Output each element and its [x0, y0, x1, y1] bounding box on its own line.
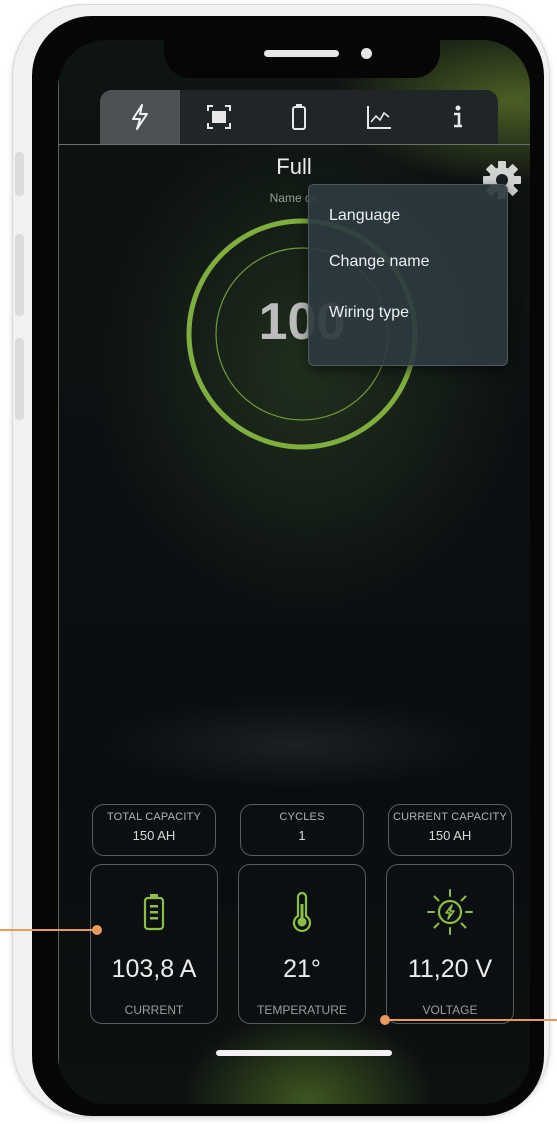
notch — [164, 40, 440, 78]
pill-value: 150 AH — [428, 828, 472, 843]
battery-icon — [291, 104, 306, 130]
tab-info[interactable] — [418, 90, 498, 144]
temperature-card: 21° TEMPERATURE — [238, 864, 366, 1024]
temperature-value: 21° — [283, 955, 321, 983]
lightning-icon — [131, 104, 148, 130]
current-label: CURRENT — [124, 1003, 184, 1017]
speaker-grille — [264, 50, 339, 57]
tab-scan[interactable] — [180, 90, 260, 144]
thermometer-icon — [292, 892, 312, 932]
battery-status: Full — [276, 154, 312, 179]
tab-bar — [100, 90, 498, 144]
current-capacity-pill: CURRENT CAPACITY 150 AH — [388, 804, 512, 856]
mute-switch — [15, 152, 24, 196]
home-indicator[interactable] — [216, 1050, 392, 1056]
tab-battery[interactable] — [259, 90, 339, 144]
menu-item-language[interactable]: Language — [329, 207, 400, 225]
temperature-label: TEMPERATURE — [257, 1003, 347, 1017]
front-camera — [361, 48, 372, 59]
tab-power[interactable] — [100, 90, 180, 144]
tab-divider — [58, 144, 530, 145]
annotation-dot-current — [92, 925, 102, 935]
app-screen: Full Name de 100 Language Change name Wi… — [58, 40, 530, 1104]
scan-frame-icon — [207, 105, 232, 129]
info-icon — [454, 105, 463, 128]
battery-icon — [143, 894, 165, 931]
chart-icon — [366, 106, 391, 129]
total-capacity-pill: TOTAL CAPACITY 150 AH — [92, 804, 216, 856]
voltage-label: VOLTAGE — [422, 1003, 478, 1017]
phone-frame: Full Name de 100 Language Change name Wi… — [12, 4, 550, 1117]
annotation-line-current — [0, 929, 96, 931]
annotation-line-voltage — [386, 1019, 557, 1021]
annotation-dot-voltage — [380, 1015, 390, 1025]
volume-down-button — [15, 338, 24, 420]
voltage-value: 11,20 V — [407, 955, 493, 983]
menu-item-change-name[interactable]: Change name — [329, 253, 430, 271]
menu-item-wiring-type[interactable]: Wiring type — [329, 304, 409, 322]
tab-chart[interactable] — [339, 90, 419, 144]
pill-value: 150 AH — [132, 828, 176, 843]
sun-lightning-icon — [427, 889, 473, 935]
floor-reflection — [98, 700, 490, 790]
settings-menu: Language Change name Wiring type — [308, 184, 508, 366]
cycles-pill: CYCLES 1 — [240, 804, 364, 856]
current-card: 103,8 A CURRENT — [90, 864, 218, 1024]
current-value: 103,8 A — [111, 955, 197, 983]
pill-label: CURRENT CAPACITY — [392, 811, 508, 823]
voltage-card: 11,20 V VOLTAGE — [386, 864, 514, 1024]
pill-value: 1 — [298, 828, 306, 843]
pill-label: CYCLES — [279, 811, 325, 823]
volume-up-button — [15, 234, 24, 316]
pill-label: TOTAL CAPACITY — [106, 811, 202, 823]
